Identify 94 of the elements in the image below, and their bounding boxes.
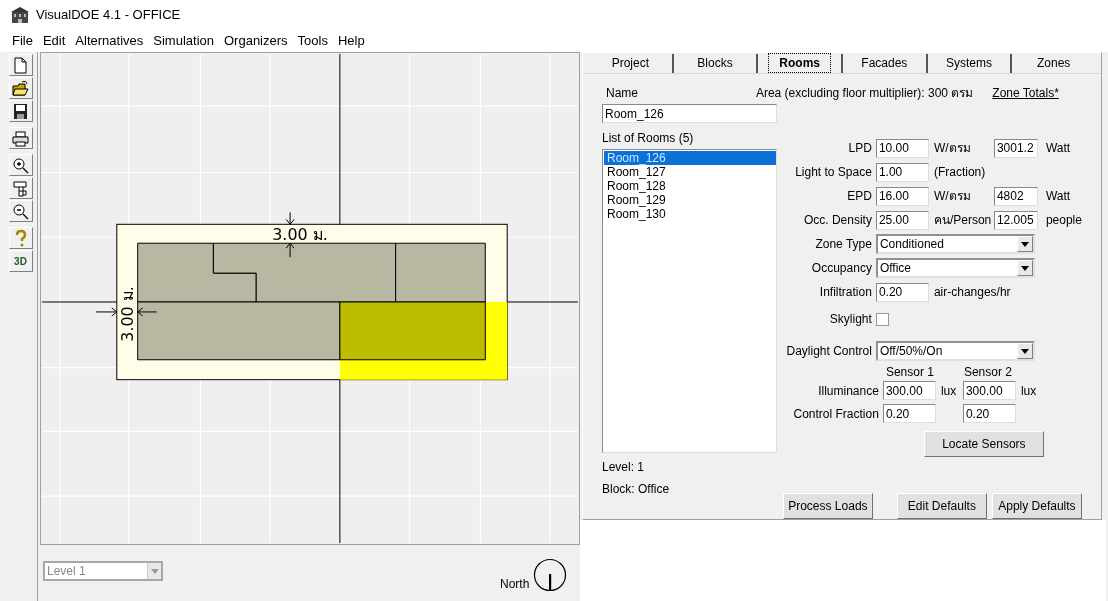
room-shape[interactable]	[137, 242, 257, 303]
building-icon	[10, 7, 30, 23]
room-list-item[interactable]: Room_130	[604, 207, 776, 221]
field-label: LPD	[847, 140, 873, 157]
field-label: Illuminance	[817, 382, 880, 400]
dropdown[interactable]: Conditioned	[875, 234, 1035, 254]
unit-label: W/ตรม	[933, 188, 972, 205]
block-text: Block: Office	[602, 481, 671, 498]
input-field[interactable]: 25.00	[875, 210, 929, 230]
room-list-item[interactable]: Room_128	[604, 179, 776, 193]
room-shape[interactable]	[137, 301, 341, 361]
room-shape[interactable]	[395, 242, 486, 303]
field-label: Name	[605, 85, 638, 102]
name-field[interactable]: Room_126	[602, 104, 777, 123]
unit-label: air-changes/hr	[933, 284, 1011, 301]
dropdown[interactable]: Office	[875, 258, 1035, 278]
field-label: Light to Space	[794, 164, 873, 181]
level-text: Level: 1	[602, 459, 646, 476]
dialog-button[interactable]: Edit Defaults	[896, 493, 987, 519]
menu-item[interactable]: File	[12, 31, 33, 51]
field-label: List of Rooms (5)	[602, 130, 695, 147]
dialog-button[interactable]: Process Loads	[782, 493, 873, 519]
menu-item[interactable]: Tools	[297, 31, 328, 51]
menu-item[interactable]: Simulation	[153, 31, 214, 51]
column-header: Sensor 1	[884, 364, 935, 379]
field-label: Occupancy	[810, 260, 873, 277]
area-text: Area (excluding floor multiplier): 300 ตรม	[755, 85, 974, 102]
dimension-label: 3.00 ม.	[272, 225, 328, 245]
unit-label: lux	[1019, 382, 1038, 400]
input-field[interactable]: 4802	[993, 186, 1038, 206]
tab[interactable]: Blocks	[673, 53, 759, 73]
question-mark-button[interactable]	[8, 227, 33, 249]
unit-label: Watt	[1045, 140, 1071, 157]
tab[interactable]: Zones	[1012, 53, 1096, 73]
field-label: Daylight Control	[785, 343, 873, 360]
room-list-item[interactable]: Room_129	[604, 193, 776, 207]
unit-label: people	[1045, 212, 1082, 229]
input-field[interactable]: 1.00	[875, 162, 929, 182]
input-field[interactable]: 0.20	[882, 404, 936, 423]
field-label: Infiltration	[818, 284, 873, 301]
input-field[interactable]: 300.00	[962, 381, 1016, 400]
zoom-out-icon	[11, 201, 30, 221]
window-title: VisualDOE 4.1 - OFFICE	[36, 6, 181, 25]
dropdown[interactable]: Off/50%/On	[875, 341, 1035, 361]
tab[interactable]: Systems	[927, 53, 1013, 73]
zoom-in-button[interactable]	[8, 154, 33, 176]
unit-label: lux	[939, 382, 958, 400]
field-label: Zone Type	[814, 236, 873, 253]
unit-label: W/ตรม	[933, 140, 972, 157]
folder-button[interactable]	[8, 77, 33, 99]
room-shape[interactable]	[339, 301, 486, 361]
dialog-button[interactable]: Apply Defaults	[991, 493, 1082, 519]
zone-totals-link[interactable]: Zone Totals*	[992, 84, 1059, 102]
page-button[interactable]	[8, 54, 33, 76]
field-label: Skylight	[828, 311, 873, 328]
room-list-item[interactable]: Room_127	[604, 165, 776, 179]
tab[interactable]: Project	[589, 53, 674, 73]
field-label: Control Fraction	[792, 405, 880, 423]
menu-item[interactable]: Help	[337, 31, 365, 51]
zoom-out-button[interactable]	[8, 200, 33, 222]
unit-label: คน/Person	[933, 212, 993, 229]
layout-icon	[11, 178, 30, 198]
input-field[interactable]: 300.00	[882, 381, 936, 400]
input-field[interactable]: 0.20	[875, 282, 929, 302]
room-list-item[interactable]: Room_126	[604, 151, 776, 165]
unit-label: (Fraction)	[933, 164, 987, 181]
field-label: EPD	[846, 188, 873, 205]
menu-item[interactable]: Alternatives	[75, 31, 144, 51]
page-icon	[11, 55, 30, 75]
floppy-disk-button[interactable]	[8, 100, 33, 122]
rooms-listbox[interactable]: Room_126 Room_127 Room_128 Room_129 Room_130	[602, 149, 777, 453]
printer-icon	[11, 128, 30, 148]
input-field[interactable]: 3001.2	[993, 138, 1038, 158]
3d-view-button[interactable]: 3D	[8, 250, 33, 272]
compass-label: North	[500, 576, 530, 593]
zoom-in-icon	[11, 155, 30, 175]
field-label: Occ. Density	[802, 212, 873, 229]
input-field[interactable]: 12.005	[993, 210, 1038, 230]
column-header: Sensor 2	[962, 364, 1013, 379]
floor-plan-canvas[interactable]: 3.00 ม. 3.00 ม.	[40, 52, 580, 545]
menu-item[interactable]: Edit	[42, 31, 66, 51]
locate-sensors-button[interactable]: Locate Sensors	[923, 431, 1044, 457]
tab[interactable]: Facades	[843, 53, 928, 73]
layout-button[interactable]	[8, 177, 33, 199]
input-field[interactable]: 16.00	[875, 186, 929, 206]
menu-item[interactable]: Organizers	[224, 31, 288, 51]
printer-button[interactable]	[8, 127, 33, 149]
checkbox[interactable]	[875, 312, 889, 326]
dimension-label: 3.00 ม.	[117, 286, 137, 342]
input-field[interactable]: 0.20	[962, 404, 1016, 423]
unit-label: Watt	[1045, 188, 1071, 205]
folder-icon	[11, 78, 30, 98]
compass-icon	[533, 558, 568, 592]
input-field[interactable]: 10.00	[875, 138, 929, 158]
